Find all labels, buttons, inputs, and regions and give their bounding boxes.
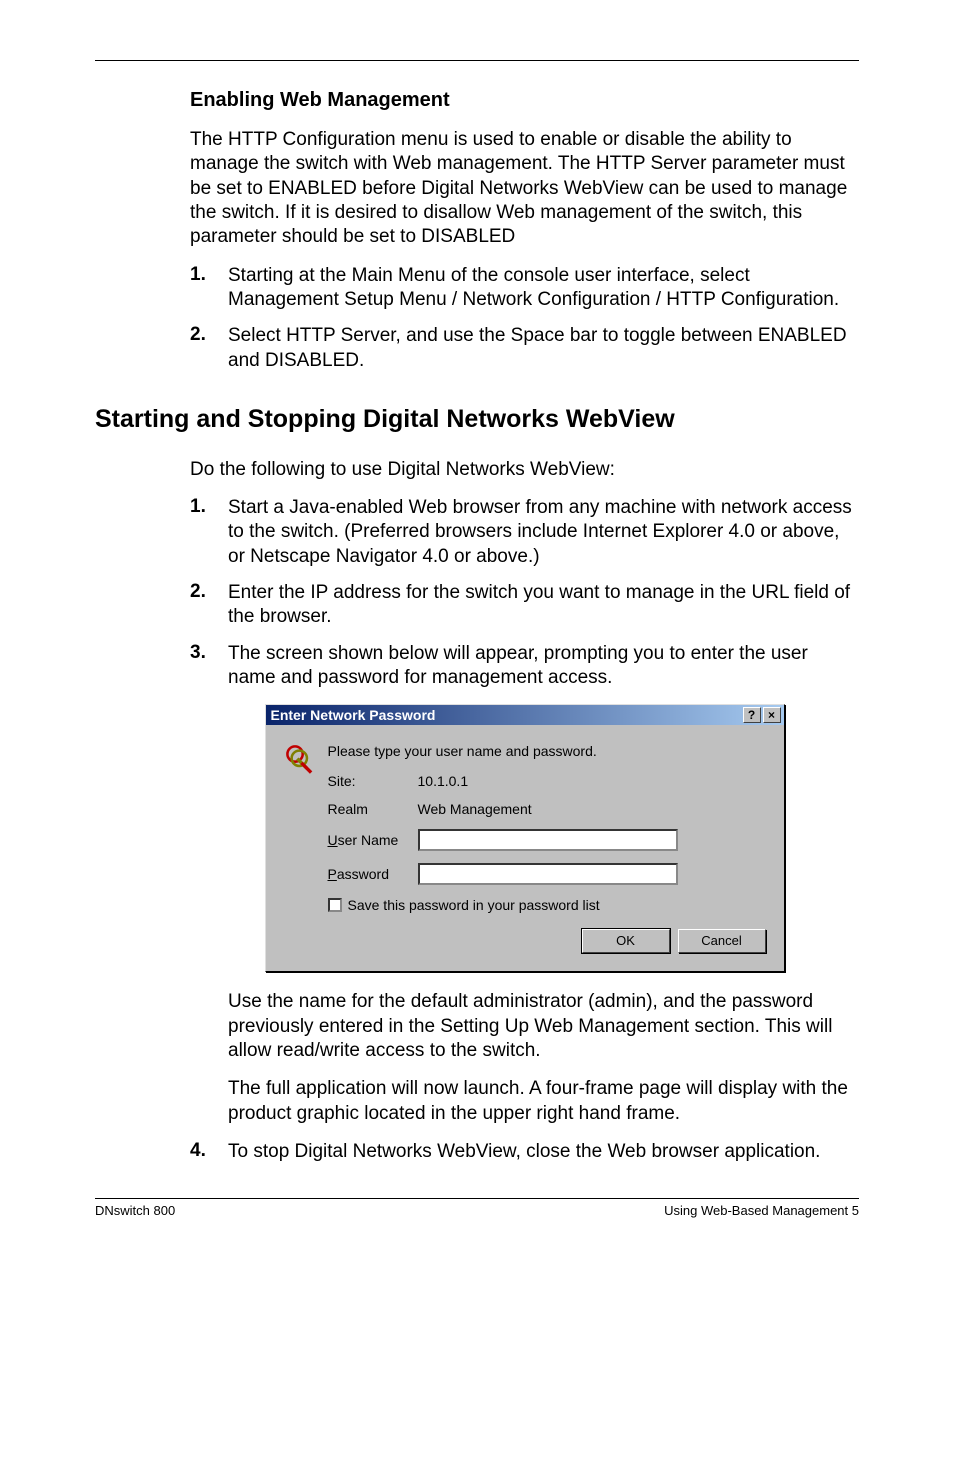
username-label: User Name <box>328 832 418 848</box>
section-heading-starting-stopping: Starting and Stopping Digital Networks W… <box>95 405 859 434</box>
ok-button[interactable]: OK <box>582 929 670 953</box>
numbered-list-2: 1. Start a Java-enabled Web browser from… <box>190 496 859 690</box>
save-password-label: Save this password in your password list <box>348 897 600 913</box>
page-footer: DNswitch 800 Using Web-Based Management … <box>95 1198 859 1218</box>
cancel-button[interactable]: Cancel <box>678 929 766 953</box>
paragraph-use-name: Use the name for the default administrat… <box>228 990 859 1063</box>
list1-item1-number: 1. <box>190 264 228 313</box>
site-label: Site: <box>328 773 418 789</box>
list2-item3-text: The screen shown below will appear, prom… <box>228 642 859 691</box>
paragraph-http-config: The HTTP Configuration menu is used to e… <box>190 128 859 250</box>
dialog-titlebar: Enter Network Password ? × <box>266 705 784 725</box>
numbered-list-3: 4. To stop Digital Networks WebView, clo… <box>190 1140 859 1164</box>
password-input[interactable] <box>418 863 678 885</box>
help-button[interactable]: ? <box>743 707 761 723</box>
site-value: 10.1.0.1 <box>418 773 766 789</box>
top-horizontal-rule <box>95 60 859 61</box>
realm-label: Realm <box>328 801 418 817</box>
list2-item2-text: Enter the IP address for the switch you … <box>228 581 859 630</box>
dialog-title: Enter Network Password <box>269 707 741 723</box>
keys-icon <box>284 764 318 780</box>
close-button[interactable]: × <box>763 707 781 723</box>
enter-network-password-dialog: Enter Network Password ? × <box>265 704 785 972</box>
list1-item1-text: Starting at the Main Menu of the console… <box>228 264 859 313</box>
list2-item2-number: 2. <box>190 581 228 630</box>
footer-right: Using Web-Based Management 5 <box>664 1203 859 1218</box>
list3-item4-text: To stop Digital Networks WebView, close … <box>228 1140 820 1164</box>
numbered-list-1: 1. Starting at the Main Menu of the cons… <box>190 264 859 373</box>
paragraph-do-following: Do the following to use Digital Networks… <box>190 458 859 482</box>
username-input[interactable] <box>418 829 678 851</box>
subheading-enabling-web-management: Enabling Web Management <box>190 89 859 112</box>
list2-item1-text: Start a Java-enabled Web browser from an… <box>228 496 859 569</box>
paragraph-full-application: The full application will now launch. A … <box>228 1077 859 1126</box>
list3-item4-number: 4. <box>190 1140 228 1164</box>
footer-left: DNswitch 800 <box>95 1203 175 1218</box>
save-password-checkbox[interactable] <box>328 898 342 912</box>
list2-item3-number: 3. <box>190 642 228 691</box>
dialog-prompt: Please type your user name and password. <box>328 743 766 759</box>
list1-item2-text: Select HTTP Server, and use the Space ba… <box>228 324 859 373</box>
list1-item2-number: 2. <box>190 324 228 373</box>
realm-value: Web Management <box>418 801 766 817</box>
list2-item1-number: 1. <box>190 496 228 569</box>
password-label: Password <box>328 866 418 882</box>
